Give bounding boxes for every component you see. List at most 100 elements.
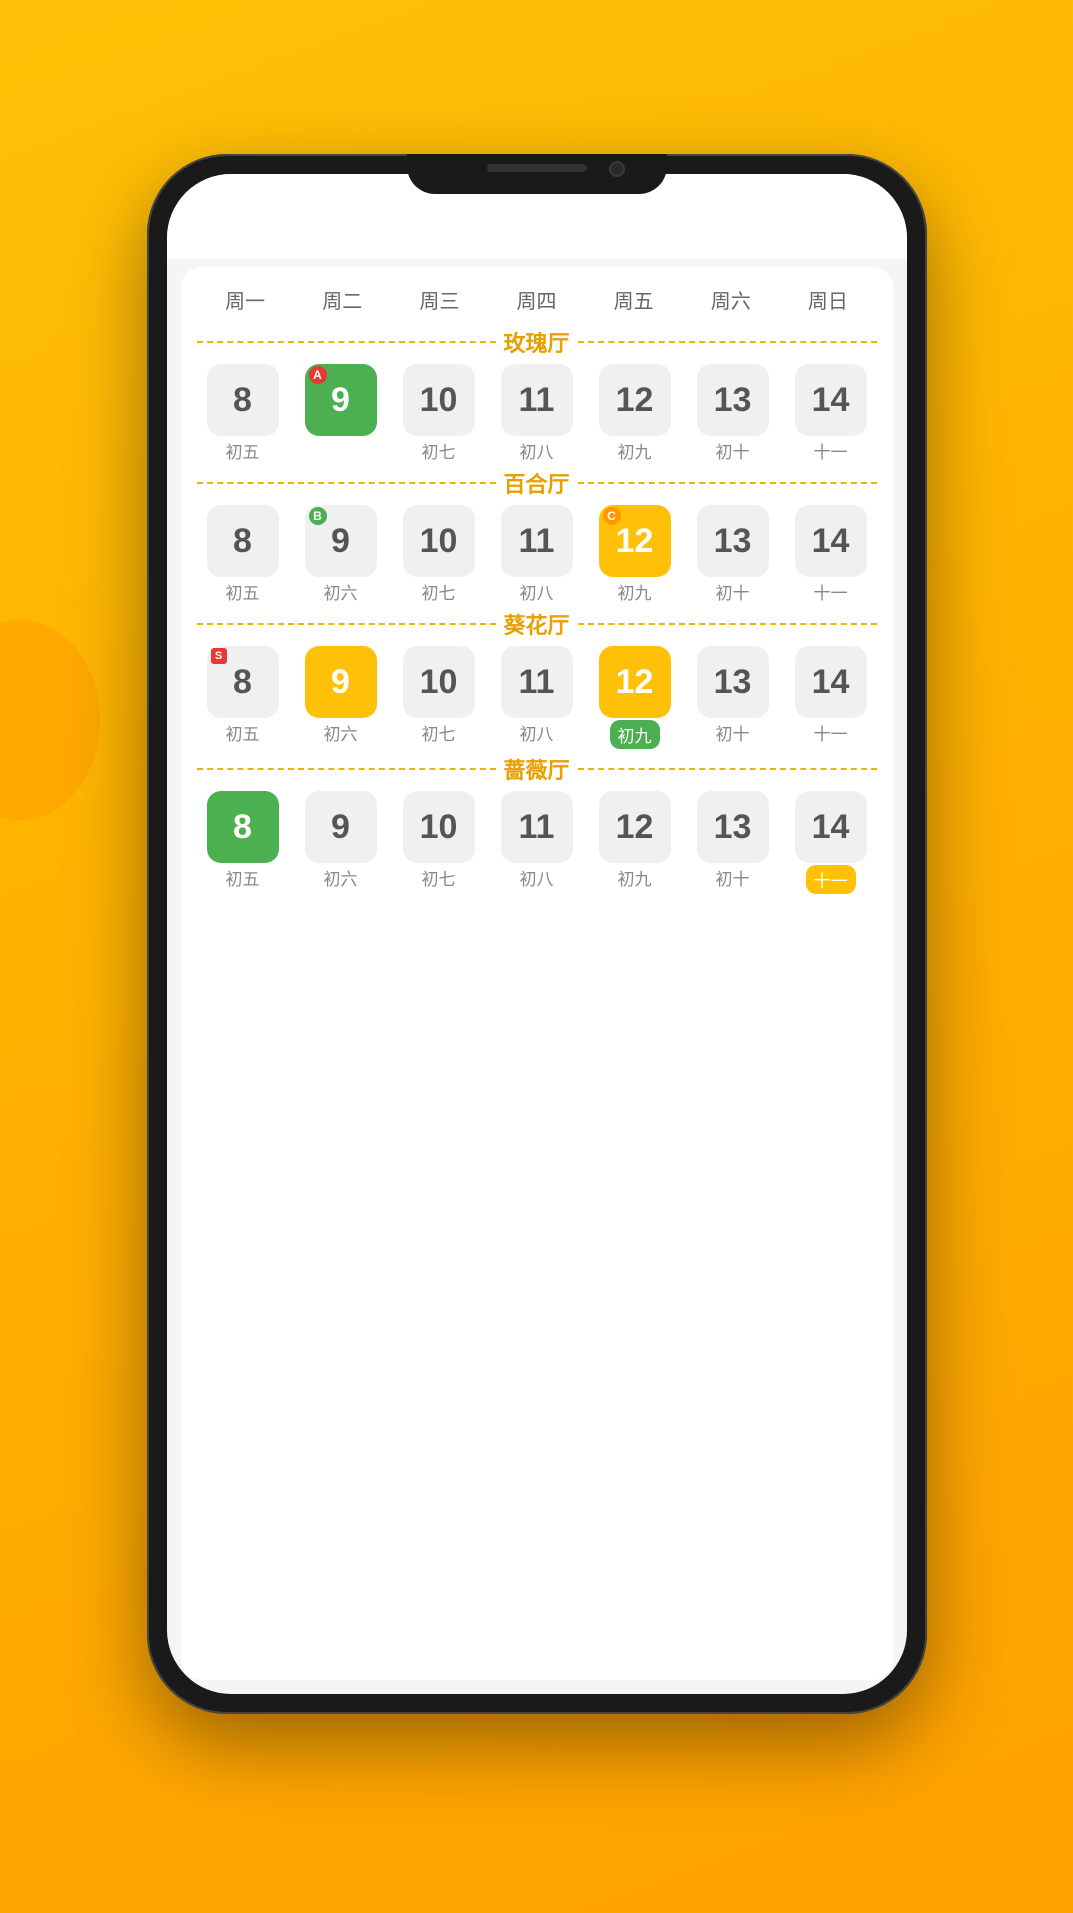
cal-num: 8	[233, 808, 252, 847]
cal-lunar: 初八	[520, 579, 554, 604]
cal-num-wrap: 8	[207, 505, 279, 577]
cal-num: 8	[233, 663, 252, 702]
cal-cell[interactable]: 8 初五	[197, 791, 289, 894]
cal-num-wrap: 9	[305, 791, 377, 863]
phone-notch	[407, 154, 667, 194]
phone-screen: 周一周二周三周四周五周六周日 玫瑰厅 8 初五 A 9 初六 10 初七	[167, 174, 907, 1694]
cal-num-wrap: 10	[403, 505, 475, 577]
cal-lunar: 初九	[618, 579, 652, 604]
cal-num-wrap: 14	[795, 505, 867, 577]
cal-cell[interactable]: 13 初十	[687, 364, 779, 463]
section-name: 蔷薇厅	[504, 753, 570, 785]
cal-lunar: 初十	[716, 438, 750, 463]
cal-cell[interactable]: 11 初八	[491, 505, 583, 604]
cal-cell[interactable]: 13 初十	[687, 646, 779, 749]
cal-cell[interactable]: 10 初七	[393, 646, 485, 749]
cal-lunar: 初九	[610, 720, 660, 749]
cal-cell[interactable]: 13 初十	[687, 505, 779, 604]
cal-num: 10	[420, 522, 458, 561]
cal-badge: S	[211, 648, 227, 664]
cal-num: 14	[812, 663, 850, 702]
cal-lunar: 十一	[806, 865, 856, 894]
divider-line	[197, 768, 496, 770]
notch-speaker	[487, 164, 587, 172]
day-header: 周日	[779, 279, 876, 320]
cal-badge: B	[309, 507, 327, 525]
cal-num-wrap: 10	[403, 791, 475, 863]
cal-num: 10	[420, 808, 458, 847]
cal-badge: A	[309, 366, 327, 384]
cal-cell[interactable]: 11 初八	[491, 791, 583, 894]
cal-cell[interactable]: 10 初七	[393, 505, 485, 604]
cal-cell[interactable]: 14 十一	[785, 364, 877, 463]
section-name: 百合厅	[504, 467, 570, 499]
cal-cell[interactable]: S 8 初五	[197, 646, 289, 749]
cal-lunar: 初六	[324, 438, 358, 463]
day-header: 周三	[391, 279, 488, 320]
cal-cell[interactable]: B 9 初六	[295, 505, 387, 604]
cal-lunar: 十一	[814, 438, 848, 463]
cal-lunar: 十一	[814, 720, 848, 745]
cal-num-wrap: 12	[599, 364, 671, 436]
divider-line	[578, 341, 877, 343]
cal-cell[interactable]: 12 初九	[589, 364, 681, 463]
cal-lunar: 初五	[226, 579, 260, 604]
cal-num-wrap: 13	[697, 791, 769, 863]
cal-num-wrap: 9	[305, 646, 377, 718]
cal-grid: S 8 初五 9 初六 10 初七 11 初八	[197, 646, 877, 749]
cal-cell[interactable]: 11 初八	[491, 646, 583, 749]
cal-badge: C	[603, 507, 621, 525]
cal-num-wrap: 14	[795, 364, 867, 436]
section-name: 玫瑰厅	[504, 326, 570, 358]
cal-num-wrap: 14	[795, 791, 867, 863]
cal-num-wrap: S 8	[207, 646, 279, 718]
cal-num: 11	[519, 381, 555, 420]
cal-num-wrap: 10	[403, 646, 475, 718]
cal-lunar: 初五	[226, 865, 260, 890]
cal-num-wrap: 11	[501, 364, 573, 436]
cal-num-wrap: 8	[207, 791, 279, 863]
cal-num-wrap: 13	[697, 505, 769, 577]
cal-cell[interactable]: 10 初七	[393, 791, 485, 894]
cal-num: 12	[616, 663, 654, 702]
cal-num-wrap: C 12	[599, 505, 671, 577]
cal-num: 12	[616, 381, 654, 420]
cal-cell[interactable]: 14 十一	[785, 646, 877, 749]
cal-num-wrap: 12	[599, 791, 671, 863]
section-divider: 蔷薇厅	[197, 753, 877, 785]
cal-cell[interactable]: 14 十一	[785, 791, 877, 894]
cal-num: 12	[616, 522, 654, 561]
cal-lunar: 初七	[422, 579, 456, 604]
cal-num: 8	[233, 522, 252, 561]
cal-cell[interactable]: 12 初九	[589, 791, 681, 894]
cal-cell[interactable]: 9 初六	[295, 646, 387, 749]
cal-lunar: 初十	[716, 720, 750, 745]
cal-cell[interactable]: A 9 初六	[295, 364, 387, 463]
cal-num: 11	[519, 663, 555, 702]
cal-lunar: 初五	[226, 720, 260, 745]
divider-line	[197, 482, 496, 484]
section-divider: 百合厅	[197, 467, 877, 499]
cal-num-wrap: 11	[501, 791, 573, 863]
cal-num-wrap: A 9	[305, 364, 377, 436]
calendar-content[interactable]: 周一周二周三周四周五周六周日 玫瑰厅 8 初五 A 9 初六 10 初七	[181, 267, 893, 1680]
cal-grid: 8 初五 B 9 初六 10 初七 11 初八 C 12	[197, 505, 877, 604]
divider-line	[578, 768, 877, 770]
cal-cell[interactable]: 12 初九	[589, 646, 681, 749]
cal-lunar: 初七	[422, 865, 456, 890]
cal-cell[interactable]: 10 初七	[393, 364, 485, 463]
cal-cell[interactable]: 11 初八	[491, 364, 583, 463]
cal-num: 11	[519, 808, 555, 847]
divider-line	[578, 482, 877, 484]
cal-cell[interactable]: 8 初五	[197, 364, 289, 463]
cal-num: 13	[714, 808, 752, 847]
cal-lunar: 初八	[520, 438, 554, 463]
cal-cell[interactable]: C 12 初九	[589, 505, 681, 604]
cal-num-wrap: 13	[697, 646, 769, 718]
day-header: 周五	[585, 279, 682, 320]
cal-lunar: 初七	[422, 438, 456, 463]
cal-cell[interactable]: 14 十一	[785, 505, 877, 604]
cal-cell[interactable]: 13 初十	[687, 791, 779, 894]
cal-cell[interactable]: 8 初五	[197, 505, 289, 604]
cal-cell[interactable]: 9 初六	[295, 791, 387, 894]
